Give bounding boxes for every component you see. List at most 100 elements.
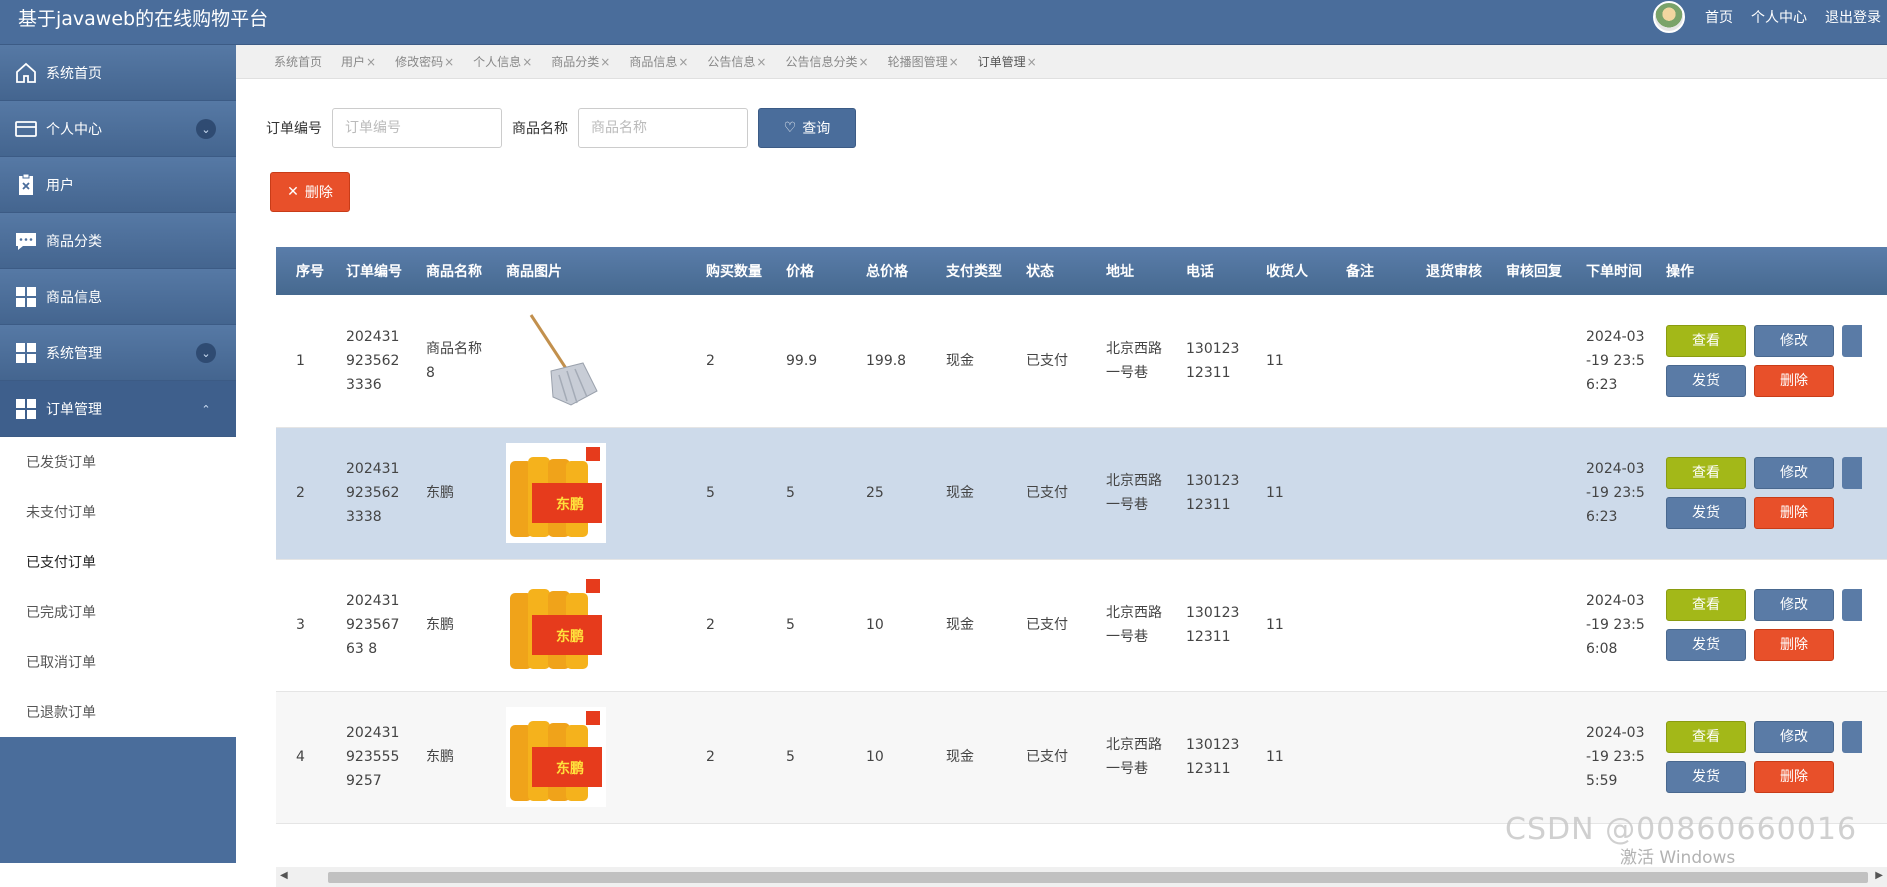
view-button[interactable]: 查看	[1666, 457, 1746, 489]
tab-home[interactable]: 系统首页	[274, 53, 322, 70]
ship-button[interactable]: 发货	[1666, 629, 1746, 661]
sidebar-item-product-info[interactable]: 商品信息	[0, 269, 236, 325]
grid-icon	[14, 341, 38, 365]
delete-button[interactable]: 删除	[1754, 364, 1834, 397]
edit-button[interactable]: 修改	[1754, 721, 1834, 753]
close-icon[interactable]: ×	[859, 55, 869, 69]
close-icon[interactable]: ×	[366, 55, 376, 69]
close-icon[interactable]: ×	[600, 55, 610, 69]
view-button[interactable]: 查看	[1666, 721, 1746, 753]
more-button[interactable]	[1842, 589, 1862, 621]
tab-product-info[interactable]: 商品信息×	[629, 53, 688, 70]
home-link[interactable]: 首页	[1705, 7, 1733, 27]
col-header: 地址	[1106, 264, 1134, 280]
delete-button[interactable]: 删除	[1754, 497, 1834, 529]
avatar[interactable]	[1653, 1, 1685, 33]
sidebar-item-product-category[interactable]: 商品分类	[0, 213, 236, 269]
view-button[interactable]: 查看	[1666, 324, 1746, 357]
batch-delete-button[interactable]: ✕ 删除	[270, 172, 350, 212]
cell-product: 商品名称8	[426, 340, 482, 381]
col-header: 审核回复	[1506, 264, 1562, 280]
close-icon[interactable]: ×	[1027, 55, 1037, 69]
tab-order-management[interactable]: 订单管理×	[978, 53, 1037, 70]
cell-review-reply	[1486, 427, 1566, 559]
logout-link[interactable]: 退出登录	[1825, 7, 1881, 27]
table-row[interactable]: 2 2024319235623338 东鹏 东鹏 5 5 25 现金 已支付 北…	[276, 427, 1887, 559]
tab-change-password[interactable]: 修改密码×	[395, 53, 454, 70]
close-icon[interactable]: ×	[444, 55, 454, 69]
cell-note	[1326, 559, 1406, 691]
col-header: 下单时间	[1586, 264, 1642, 280]
tab-carousel[interactable]: 轮播图管理×	[888, 53, 959, 70]
order-no-label: 订单编号	[266, 121, 322, 137]
cell-return-review	[1406, 427, 1486, 559]
close-icon[interactable]: ×	[522, 55, 532, 69]
tab-announcement-category[interactable]: 公告信息分类×	[785, 53, 868, 70]
order-table: 序号 订单编号 商品名称 商品图片 购买数量 价格 总价格 支付类型 状态 地址…	[276, 247, 1887, 824]
more-button[interactable]	[1842, 457, 1862, 489]
scrollbar-thumb[interactable]	[328, 872, 1868, 883]
tab-users[interactable]: 用户×	[341, 53, 376, 70]
more-button[interactable]	[1842, 324, 1862, 357]
ship-button[interactable]: 发货	[1666, 497, 1746, 529]
more-button[interactable]	[1842, 721, 1862, 753]
product-name-input[interactable]	[578, 108, 748, 148]
submenu-refunded-orders[interactable]: 已退款订单	[0, 687, 236, 737]
edit-button[interactable]: 修改	[1754, 457, 1834, 489]
cell-qty: 2	[706, 749, 715, 765]
drink-image: 东鹏	[506, 575, 606, 675]
delete-button[interactable]: 删除	[1754, 629, 1834, 661]
order-no-input[interactable]	[332, 108, 502, 148]
sidebar-item-system-management[interactable]: 系统管理 ⌄	[0, 325, 236, 381]
cell-note	[1326, 427, 1406, 559]
close-icon[interactable]: ×	[678, 55, 688, 69]
chevron-down-icon[interactable]: ⌄	[196, 343, 216, 363]
tab-label: 公告信息分类	[785, 55, 858, 69]
cell-note	[1326, 295, 1406, 427]
app-title: 基于javaweb的在线购物平台	[18, 8, 269, 30]
edit-button[interactable]: 修改	[1754, 589, 1834, 621]
horizontal-scrollbar[interactable]: ◀ ▶	[276, 867, 1887, 887]
sidebar-item-users[interactable]: 用户	[0, 157, 236, 213]
tab-label: 修改密码	[395, 55, 444, 69]
tab-label: 个人信息	[473, 55, 522, 69]
scroll-right-icon[interactable]: ▶	[1875, 870, 1883, 881]
close-icon[interactable]: ×	[756, 55, 766, 69]
table-row[interactable]: 3 20243192356763 8 东鹏 东鹏 2 5 10 现金 已支付 北…	[276, 559, 1887, 691]
home-icon	[14, 61, 38, 85]
profile-link[interactable]: 个人中心	[1751, 7, 1807, 27]
ship-button[interactable]: 发货	[1666, 364, 1746, 397]
cell-status: 已支付	[1026, 352, 1068, 369]
submenu-completed-orders[interactable]: 已完成订单	[0, 587, 236, 637]
tab-label: 商品信息	[629, 55, 678, 69]
tab-announcement[interactable]: 公告信息×	[707, 53, 766, 70]
submenu-cancelled-orders[interactable]: 已取消订单	[0, 637, 236, 687]
delete-button[interactable]: 删除	[1754, 761, 1834, 793]
scroll-left-icon[interactable]: ◀	[280, 870, 288, 881]
tab-personal-info[interactable]: 个人信息×	[473, 53, 532, 70]
table-row[interactable]: 1 2024319235623336 商品名称8 2 99.9 199.8 现金…	[276, 295, 1887, 427]
view-button[interactable]: 查看	[1666, 589, 1746, 621]
sidebar-item-home[interactable]: 系统首页	[0, 45, 236, 101]
cell-product: 东鹏	[426, 485, 454, 501]
top-right-links: 首页 个人中心 退出登录	[1653, 0, 1881, 34]
submenu-unpaid-orders[interactable]: 未支付订单	[0, 487, 236, 537]
tab-bar: 系统首页 用户× 修改密码× 个人信息× 商品分类× 商品信息× 公告信息× 公…	[236, 45, 1887, 79]
tab-product-category[interactable]: 商品分类×	[551, 53, 610, 70]
sidebar-item-personal-center[interactable]: 个人中心 ⌄	[0, 101, 236, 157]
csdn-watermark: CSDN @00860660016	[1505, 812, 1858, 847]
chevron-up-icon[interactable]: ⌃	[196, 399, 216, 419]
chevron-down-icon[interactable]: ⌄	[196, 119, 216, 139]
table-row[interactable]: 4 2024319235559257 东鹏 东鹏 2 5 10 现金 已支付 北…	[276, 691, 1887, 823]
submenu-paid-orders[interactable]: 已支付订单	[0, 537, 236, 587]
ship-button[interactable]: 发货	[1666, 761, 1746, 793]
sidebar-item-order-management[interactable]: 订单管理 ⌃	[0, 381, 236, 437]
edit-button[interactable]: 修改	[1754, 324, 1834, 357]
cell-total: 10	[866, 617, 884, 633]
query-button[interactable]: ♡ 查询	[758, 108, 856, 148]
col-header: 订单编号	[346, 264, 402, 280]
col-header: 操作	[1666, 264, 1694, 280]
close-icon[interactable]: ×	[949, 55, 959, 69]
cell-status: 已支付	[1026, 749, 1068, 765]
submenu-shipped-orders[interactable]: 已发货订单	[0, 437, 236, 487]
